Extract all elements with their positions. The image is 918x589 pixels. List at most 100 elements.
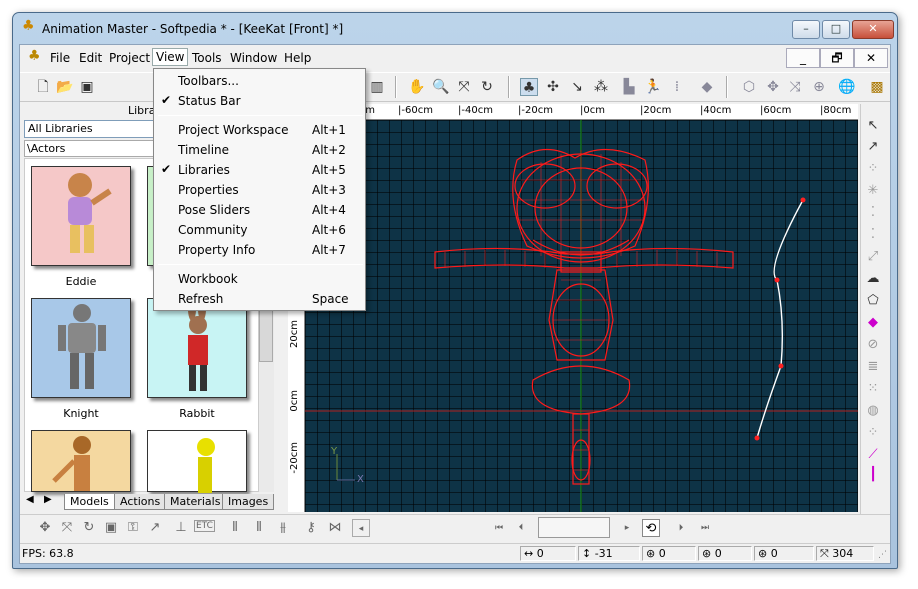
menu-window[interactable]: Window (227, 50, 280, 66)
modeling-viewport[interactable]: Y X (305, 120, 858, 512)
menu-item-community[interactable]: Community (178, 223, 247, 238)
menu-help[interactable]: Help (281, 50, 314, 66)
menu-item-status-bar[interactable]: Status Bar (178, 94, 241, 109)
thumb-eddie[interactable] (31, 166, 131, 266)
bone-mode-icon[interactable]: ✣ (544, 78, 562, 96)
pose-mode-icon[interactable]: ♣ (520, 78, 538, 96)
spline-control-point[interactable] (800, 197, 806, 203)
spline-control-point[interactable] (774, 277, 780, 283)
scale-icon[interactable]: ⤨ (786, 78, 804, 96)
zoom-icon[interactable]: 🔍 (432, 78, 450, 96)
tab-scroll-left-icon[interactable]: ◀ (26, 494, 34, 505)
menu-item-property-info[interactable]: Property Info (178, 243, 255, 258)
dots2-icon[interactable]: ⁚ (864, 226, 882, 244)
menu-item-workbook[interactable]: Workbook (178, 272, 238, 287)
menu-item-toolbars[interactable]: Toolbars... (178, 74, 239, 89)
resize-grip-icon[interactable]: ⋰ (878, 550, 887, 560)
save-all-icon[interactable]: ▣ (78, 78, 96, 96)
prev-frame-icon[interactable]: ⏴ (512, 519, 530, 537)
maximize-button[interactable]: □ (822, 20, 850, 39)
tab-images[interactable]: Images (222, 494, 275, 510)
menu-item-properties[interactable]: Properties (178, 183, 239, 198)
key-frame3-icon[interactable]: ⫵ (274, 519, 292, 537)
prev-key-icon[interactable]: ◂ (352, 519, 370, 537)
grid-dots-icon[interactable]: ⁙ (864, 380, 882, 398)
mdi-close-button[interactable]: ✕ (854, 48, 888, 68)
walk-icon[interactable]: 🏃 (644, 78, 662, 96)
add-select-icon[interactable]: ↗ (864, 138, 882, 156)
render-icon[interactable]: ▩ (868, 78, 886, 96)
disabled-icon[interactable]: ⊘ (864, 336, 882, 354)
new-file-icon[interactable]: 🗋 (34, 78, 52, 96)
pan-hand-icon[interactable]: ✋ (408, 78, 426, 96)
mdi-minimize-button[interactable]: _ (786, 48, 820, 68)
globe-grid-icon[interactable]: ⊕ (810, 78, 828, 96)
pivot-icon[interactable]: ⊥ (172, 519, 190, 537)
menu-item-refresh[interactable]: Refresh (178, 292, 223, 307)
thumb-rabbit[interactable] (147, 297, 247, 398)
stack-icon[interactable]: ≣ (864, 358, 882, 376)
move-tool-icon[interactable]: ✥ (36, 519, 54, 537)
menu-file[interactable]: File (47, 50, 73, 66)
mdi-restore-button[interactable]: 🗗 (820, 48, 854, 68)
cube-icon[interactable]: ⬡ (740, 78, 758, 96)
lathe-icon[interactable]: ☁ (864, 270, 882, 288)
ghost-icon[interactable]: ⁞ (668, 78, 686, 96)
menu-item-timeline[interactable]: Timeline (178, 143, 229, 158)
key-tool-icon[interactable]: ⚷ (302, 519, 320, 537)
menu-edit[interactable]: Edit (76, 50, 105, 66)
globe-icon[interactable]: 🌐 (838, 78, 856, 96)
knife-icon[interactable]: ⤢ (864, 248, 882, 266)
zoom-fit-icon[interactable]: ⤧ (455, 78, 473, 96)
library-scroll-thumb[interactable] (259, 302, 273, 362)
next-frame-icon[interactable]: ⏵ (672, 519, 690, 537)
open-folder-icon[interactable]: 📂 (56, 78, 74, 96)
library-selector[interactable]: All Libraries (24, 120, 154, 138)
menu-view[interactable]: View (152, 48, 189, 66)
etc-icon[interactable]: ETC (194, 520, 215, 532)
menu-item-project-workspace[interactable]: Project Workspace (178, 123, 288, 138)
menu-project[interactable]: Project (106, 50, 153, 66)
thumb-knight[interactable] (31, 298, 131, 398)
muscle-mode-icon[interactable]: ↘ (568, 78, 586, 96)
select-arrow-icon[interactable]: ↖ (864, 117, 882, 135)
tab-scroll-right-icon[interactable]: ▶ (44, 494, 52, 505)
arrow-icon[interactable]: ↗ (146, 519, 164, 537)
last-frame-icon[interactable]: ⏭ (696, 519, 714, 537)
menu-tools[interactable]: Tools (189, 50, 225, 66)
tab-actions[interactable]: Actions (114, 494, 167, 510)
minimize-button[interactable]: – (792, 20, 820, 39)
close-button[interactable]: ✕ (852, 20, 894, 39)
camera-icon[interactable]: ▣ (102, 519, 120, 537)
move-icon[interactable]: ✥ (764, 78, 782, 96)
rotate-tool-icon[interactable]: ↻ (80, 519, 98, 537)
bone-icon[interactable]: ⟋ (864, 446, 882, 464)
key-frame-icon[interactable]: ⫴ (226, 519, 244, 537)
loop-icon[interactable]: ⟲ (642, 519, 660, 537)
play-icon[interactable]: ▸ (618, 519, 636, 537)
extrude-icon[interactable]: ⬠ (864, 292, 882, 310)
dots-icon[interactable]: ⁚ (864, 204, 882, 222)
scale-tool-icon[interactable]: ⤧ (58, 519, 76, 537)
marker-icon[interactable]: ┃ (864, 466, 882, 484)
paint-icon[interactable]: ◆ (864, 314, 882, 332)
key-frame2-icon[interactable]: ⫴ (250, 519, 268, 537)
cp-icon[interactable]: ⁂ (592, 78, 610, 96)
spline-add-icon[interactable]: ✳ (864, 182, 882, 200)
menu-item-libraries[interactable]: Libraries (178, 163, 230, 178)
dots3-icon[interactable]: ⁘ (864, 424, 882, 442)
spline-control-point[interactable] (778, 363, 784, 369)
flip-icon[interactable]: ⋈ (326, 519, 344, 537)
sphere-icon[interactable]: ◍ (864, 402, 882, 420)
first-frame-icon[interactable]: ⏮ (490, 519, 508, 537)
turn-icon[interactable]: ↻ (478, 78, 496, 96)
spline-control-point[interactable] (754, 435, 760, 441)
lasso-icon[interactable]: ⁘ (864, 160, 882, 178)
menu-item-pose-sliders[interactable]: Pose Sliders (178, 203, 250, 218)
dynamics-icon[interactable]: ◆ (698, 78, 716, 96)
tab-models[interactable]: Models (64, 494, 115, 510)
frame-input[interactable] (538, 517, 610, 538)
skin-icon[interactable]: ▙ (620, 78, 638, 96)
thumb-item-5[interactable] (31, 430, 131, 492)
tab-materials[interactable]: Materials (164, 494, 227, 510)
